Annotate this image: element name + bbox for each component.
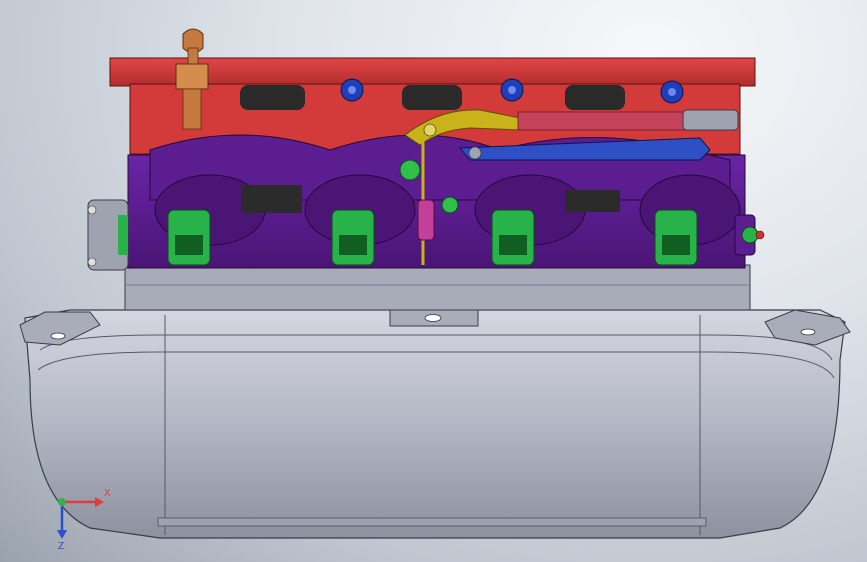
orientation-triad: X Z [57, 488, 111, 550]
end-cap-left[interactable] [87, 199, 129, 271]
x-axis-label: X [104, 488, 111, 499]
y-axis-point [58, 498, 66, 506]
end-cap-right[interactable] [734, 214, 765, 256]
injector[interactable] [331, 209, 375, 266]
injector[interactable] [491, 209, 535, 266]
plenum[interactable] [19, 289, 851, 539]
graphics-viewport[interactable]: X Z [0, 0, 867, 562]
z-axis-label: Z [58, 541, 64, 550]
injector[interactable] [654, 209, 698, 266]
injector[interactable] [167, 209, 211, 266]
base-plate[interactable] [124, 264, 751, 311]
intake-manifold-model[interactable] [0, 0, 867, 562]
